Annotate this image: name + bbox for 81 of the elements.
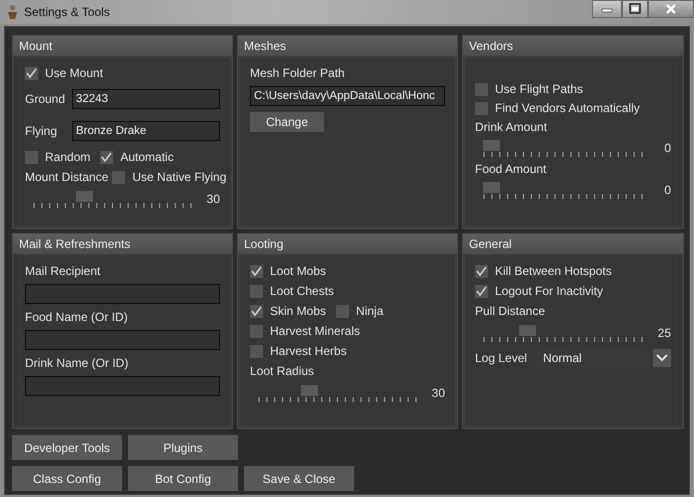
- field-label: Pull Distance: [475, 304, 546, 318]
- maximize-button[interactable]: [622, 0, 648, 18]
- checkbox-label: Loot Chests: [270, 284, 334, 298]
- slider-value: 30: [206, 192, 220, 206]
- checkbox[interactable]: [250, 304, 263, 318]
- field-label: Food Name (Or ID): [25, 310, 129, 324]
- panel-title: Mail & Refreshments: [13, 234, 232, 254]
- window-title: Settings & Tools: [24, 5, 111, 19]
- field-label: Flying: [25, 124, 58, 138]
- action-button[interactable]: Developer Tools: [12, 435, 122, 460]
- close-icon: [665, 3, 677, 15]
- maximize-icon: [629, 3, 641, 15]
- slider-track[interactable]: [483, 181, 643, 199]
- checkbox-label: Kill Between Hotspots: [495, 264, 612, 278]
- text-field[interactable]: [25, 376, 220, 396]
- checkbox[interactable]: [250, 284, 263, 298]
- checkbox[interactable]: [475, 264, 488, 278]
- checkbox[interactable]: [475, 284, 488, 298]
- change-button[interactable]: Change: [250, 112, 324, 132]
- panel-title: Vendors: [463, 36, 683, 56]
- field-label: Loot Radius: [250, 364, 316, 378]
- checkbox[interactable]: [250, 324, 263, 338]
- slider-thumb[interactable]: [483, 140, 500, 151]
- panel-title: General: [463, 234, 683, 254]
- slider-value: 30: [430, 386, 445, 400]
- checkbox[interactable]: [336, 304, 350, 318]
- slider-thumb[interactable]: [76, 191, 93, 202]
- text-field[interactable]: Bronze Drake: [72, 121, 220, 141]
- checkbox[interactable]: [475, 82, 488, 96]
- slider-track[interactable]: [33, 190, 192, 208]
- slider-value: 0: [663, 183, 671, 197]
- field-label: Log Level: [475, 351, 528, 365]
- checkbox-label: Use Flight Paths: [495, 82, 584, 96]
- checkbox[interactable]: [112, 170, 126, 184]
- checkbox-label: Random: [45, 150, 90, 164]
- text-field[interactable]: [25, 330, 220, 350]
- checkbox-label: Loot Mobs: [270, 264, 326, 278]
- checkbox-label: Harvest Minerals: [270, 324, 360, 338]
- checkbox-label: Logout For Inactivity: [495, 284, 604, 298]
- checkbox[interactable]: [25, 66, 38, 80]
- checkbox[interactable]: [25, 150, 38, 164]
- checkbox-label: Use Native Flying: [132, 170, 226, 184]
- field-label: Mail Recipient: [25, 264, 102, 278]
- slider-thumb[interactable]: [518, 325, 536, 336]
- slider-thumb[interactable]: [300, 385, 318, 396]
- panel-title: Looting: [238, 234, 457, 254]
- checkbox-label: Harvest Herbs: [270, 344, 347, 358]
- slider-track[interactable]: [483, 324, 643, 342]
- field-label: Ground: [25, 92, 66, 106]
- field-label: Drink Name (Or ID): [25, 356, 130, 370]
- field-label: Mesh Folder Path: [250, 66, 346, 80]
- checkbox[interactable]: [250, 264, 263, 278]
- action-button[interactable]: Class Config: [12, 466, 122, 491]
- checkbox-label: Use Mount: [45, 66, 104, 80]
- checkbox-label: Skin Mobs: [270, 304, 326, 318]
- close-button[interactable]: [648, 0, 694, 18]
- action-button[interactable]: Bot Config: [128, 466, 238, 491]
- field-label: Food Amount: [475, 162, 548, 176]
- text-field[interactable]: [25, 284, 220, 304]
- slider-track[interactable]: [483, 139, 643, 157]
- checkbox[interactable]: [100, 150, 114, 164]
- action-button[interactable]: Save & Close: [244, 466, 354, 491]
- action-button[interactable]: Plugins: [128, 435, 238, 460]
- checkbox-label: Find Vendors Automatically: [495, 101, 640, 115]
- minimize-button[interactable]: [592, 0, 622, 18]
- slider-thumb[interactable]: [483, 182, 500, 193]
- field-label: Drink Amount: [475, 120, 548, 134]
- checkbox-label: Ninja: [356, 304, 384, 318]
- panel-title: Meshes: [238, 36, 457, 56]
- slider-value: 25: [656, 326, 671, 340]
- checkbox-label: Automatic: [120, 150, 174, 164]
- app-icon: [6, 4, 18, 20]
- checkbox[interactable]: [475, 102, 488, 114]
- slider-track[interactable]: [258, 384, 417, 402]
- panel-title: Mount: [13, 36, 232, 56]
- checkbox[interactable]: [250, 344, 263, 358]
- text-field[interactable]: C:\Users\davy\AppData\Local\Honc: [250, 86, 445, 106]
- text-field[interactable]: 32243: [72, 89, 220, 109]
- field-label: Mount Distance: [25, 170, 108, 184]
- chevron-down-icon: [653, 349, 671, 367]
- slider-value: 0: [663, 141, 671, 155]
